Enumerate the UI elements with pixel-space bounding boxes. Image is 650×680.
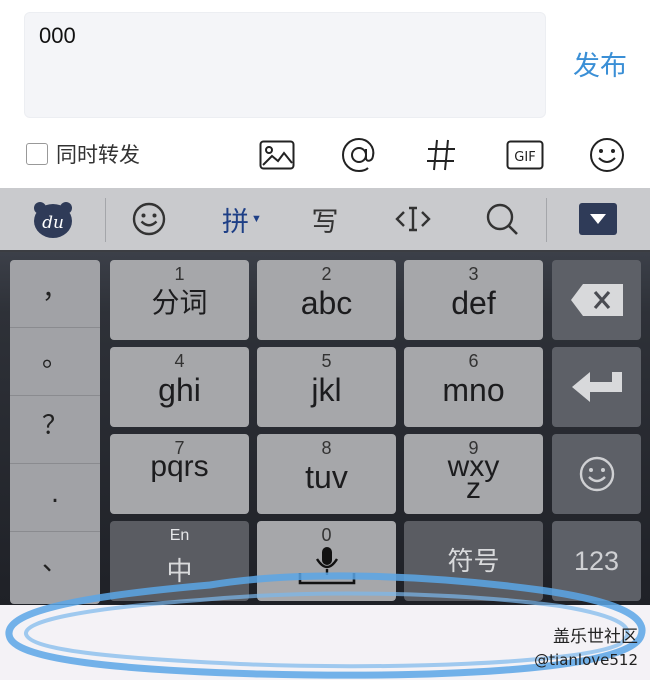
- handwrite-label: 写: [311, 206, 339, 238]
- symbol-key[interactable]: 符号: [404, 521, 543, 601]
- pinyin-mode-button[interactable]: 拼 ▼: [214, 196, 270, 242]
- forward-checkbox[interactable]: 同时转发: [26, 140, 140, 168]
- punctuation-column: ， 。 ？ . 、: [10, 260, 100, 604]
- emoji-key[interactable]: [552, 434, 641, 514]
- key-number: 0: [321, 525, 332, 545]
- keyboard-emoji-icon[interactable]: [128, 196, 170, 242]
- svg-text:GIF: GIF: [514, 150, 535, 165]
- image-icon[interactable]: [257, 135, 297, 175]
- gif-icon[interactable]: GIF: [505, 135, 545, 175]
- key-number: 3: [468, 264, 479, 284]
- key-4[interactable]: 4 ghi: [110, 347, 249, 427]
- key-8[interactable]: 8 tuv: [257, 434, 396, 514]
- keyboard-toolbar: du 拼 ▼ 写: [0, 188, 650, 252]
- space-key[interactable]: 0: [257, 521, 396, 601]
- enter-key[interactable]: [552, 347, 641, 427]
- symbol-label: 符号: [447, 547, 500, 577]
- search-icon[interactable]: [480, 196, 524, 242]
- emoji-icon[interactable]: [587, 135, 627, 175]
- key-number: 5: [321, 351, 332, 371]
- key-number: 4: [174, 351, 185, 371]
- key-9[interactable]: 9 wxyz: [404, 434, 543, 514]
- punct-key[interactable]: ，: [10, 260, 100, 328]
- punct-key[interactable]: 。: [10, 328, 100, 396]
- numeric-key[interactable]: 123: [552, 521, 641, 601]
- key-1[interactable]: 1 分词: [110, 260, 249, 340]
- hashtag-icon[interactable]: [421, 135, 461, 175]
- watermark-user: @tianlove512: [534, 651, 638, 669]
- checkbox-box[interactable]: [26, 143, 48, 165]
- key-3[interactable]: 3 def: [404, 260, 543, 340]
- toolbar-divider: [546, 198, 547, 242]
- key-number: 2: [321, 264, 332, 284]
- caret-down-icon: ▼: [251, 213, 262, 225]
- key-label: def: [451, 285, 496, 321]
- key-number: 8: [321, 438, 332, 458]
- logo-text: du: [42, 213, 64, 233]
- key-6[interactable]: 6 mno: [404, 347, 543, 427]
- key-number: 1: [174, 264, 185, 284]
- key-5[interactable]: 5 jkl: [257, 347, 396, 427]
- numeric-label: 123: [573, 545, 620, 576]
- key-label: tuv: [305, 459, 348, 495]
- key-label: wxyz: [447, 450, 500, 505]
- post-text-input[interactable]: 000: [24, 12, 546, 118]
- forward-label: 同时转发: [56, 144, 140, 167]
- punct-key[interactable]: 、: [10, 532, 100, 600]
- smile-icon: [579, 456, 614, 492]
- backspace-icon: [570, 284, 623, 316]
- enter-icon: [571, 372, 622, 402]
- hide-keyboard-icon[interactable]: [576, 196, 620, 242]
- key-label: ghi: [158, 372, 201, 408]
- baidu-logo-icon[interactable]: du: [30, 196, 76, 242]
- microphone-icon[interactable]: [257, 545, 396, 600]
- handwrite-mode-button[interactable]: 写: [303, 196, 347, 242]
- key-label: pqrs: [150, 450, 209, 483]
- compose-area: 000 发布 同时转发 GIF: [0, 0, 650, 188]
- key-number: 6: [468, 351, 479, 371]
- key-label: mno: [442, 372, 505, 408]
- key-7[interactable]: 7 pqrs: [110, 434, 249, 514]
- ime-keyboard: du 拼 ▼ 写 ， 。 ？ . 、 1 分词 2 abc 3 def 4 gh…: [0, 188, 650, 605]
- pinyin-label: 拼: [222, 206, 250, 238]
- key-label: jkl: [311, 372, 342, 408]
- at-icon[interactable]: [339, 135, 379, 175]
- key-2[interactable]: 2 abc: [257, 260, 396, 340]
- watermark-community: 盖乐世社区: [553, 627, 638, 647]
- backspace-key[interactable]: [552, 260, 641, 340]
- publish-button[interactable]: 发布: [562, 44, 638, 88]
- punct-key[interactable]: ？: [10, 396, 100, 464]
- punct-key[interactable]: .: [10, 464, 100, 532]
- toolbar-divider: [105, 198, 106, 242]
- post-text: 000: [39, 23, 76, 48]
- language-switch-key[interactable]: En 中: [110, 521, 249, 601]
- key-label: 分词: [151, 286, 208, 319]
- cursor-move-icon[interactable]: [390, 196, 436, 242]
- lang-top-label: En: [169, 527, 190, 544]
- lang-bottom-label: 中: [166, 557, 193, 587]
- key-label: abc: [300, 285, 353, 321]
